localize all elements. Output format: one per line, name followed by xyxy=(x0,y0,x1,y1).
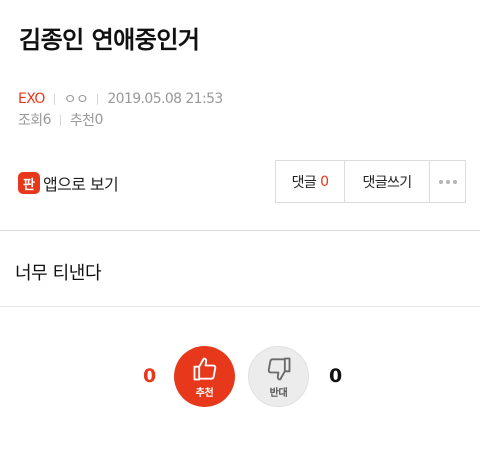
content-divider-top xyxy=(0,230,480,231)
comments-count: 0 xyxy=(320,173,329,190)
upvote-label: 추천 xyxy=(195,387,214,399)
post-title: 김종인 연애중인거 xyxy=(19,26,200,54)
downvote-label: 반대 xyxy=(269,387,288,399)
open-in-app-button[interactable]: 판 앱으로 보기 xyxy=(18,171,119,195)
open-in-app-label: 앱으로 보기 xyxy=(43,175,119,194)
post-body: 너무 티낸다 xyxy=(15,263,102,284)
comments-label: 댓글 xyxy=(291,174,317,191)
board-link[interactable]: EXO xyxy=(18,91,45,107)
recommend-label: 추천 xyxy=(69,113,95,129)
write-comment-button[interactable]: 댓글쓰기 xyxy=(345,161,430,202)
thumbs-down-icon xyxy=(267,357,290,380)
meta-divider xyxy=(59,114,61,126)
upvote-button[interactable]: 추천 xyxy=(174,346,235,407)
post-datetime: 2019.05.08 21:53 xyxy=(107,91,223,107)
write-comment-label: 댓글쓰기 xyxy=(362,174,412,191)
comment-toolbar: 댓글 0 댓글쓰기 xyxy=(275,160,466,203)
post-stats: 조회 6 추천 0 xyxy=(18,110,103,130)
comments-button[interactable]: 댓글 0 xyxy=(276,161,345,202)
more-options-button[interactable] xyxy=(430,161,465,202)
more-dots-icon xyxy=(438,179,457,184)
author-name: ㅇㅇ xyxy=(63,92,89,108)
downvote-button[interactable]: 반대 xyxy=(248,346,309,407)
views-count: 6 xyxy=(42,112,52,128)
post-page: 김종인 연애중인거 EXO ㅇㅇ 2019.05.08 21:53 조회 6 추… xyxy=(0,0,480,452)
recommend-count: 0 xyxy=(94,112,103,128)
meta-divider xyxy=(97,93,99,105)
views-label: 조회 xyxy=(18,113,43,129)
post-meta: EXO ㅇㅇ 2019.05.08 21:53 xyxy=(18,89,223,109)
downvote-count: 0 xyxy=(329,365,343,387)
meta-divider xyxy=(53,93,55,105)
content-divider-bottom xyxy=(0,306,480,307)
app-logo-icon: 판 xyxy=(18,172,40,194)
thumbs-up-icon xyxy=(193,357,216,380)
upvote-count: 0 xyxy=(143,365,157,387)
